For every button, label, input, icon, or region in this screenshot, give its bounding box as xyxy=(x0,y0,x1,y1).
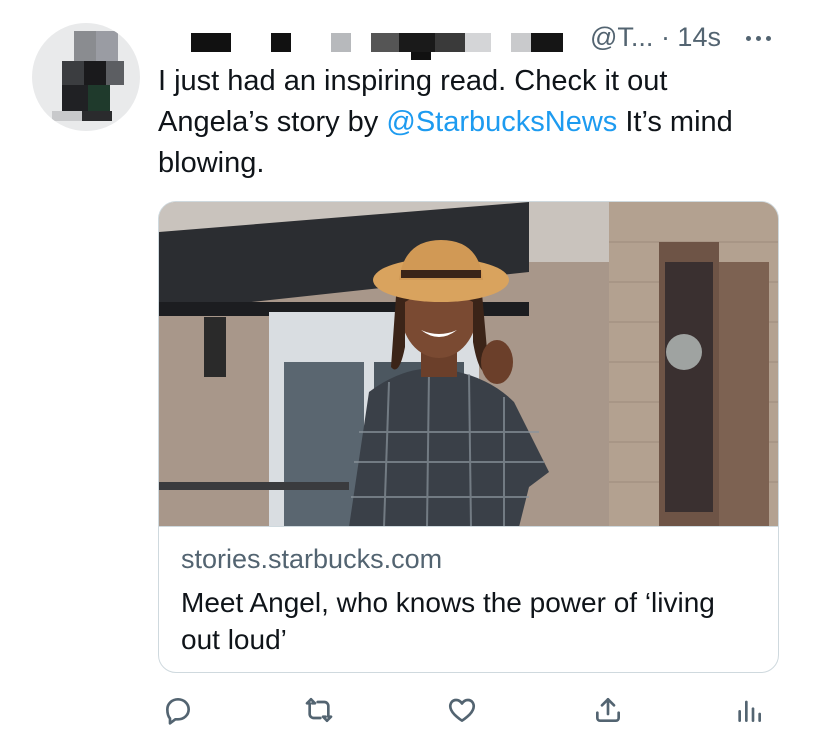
avatar-pixel xyxy=(74,31,96,61)
redacted-name-block xyxy=(271,33,291,52)
mention-link[interactable]: @StarbucksNews xyxy=(386,106,617,138)
avatar-pixel xyxy=(96,31,118,61)
tweet-timestamp[interactable]: · 14s xyxy=(661,22,721,52)
retweet-icon xyxy=(305,698,333,722)
avatar-pixel xyxy=(88,85,110,111)
more-dot xyxy=(756,35,761,41)
share-button[interactable] xyxy=(588,688,628,732)
redacted-name-block xyxy=(371,33,399,52)
avatar-pixel xyxy=(62,85,88,111)
card-photo-illustration xyxy=(159,202,778,526)
redacted-name-block xyxy=(331,33,351,52)
redacted-name-block xyxy=(411,52,431,60)
user-handle[interactable]: @T... xyxy=(590,22,653,52)
redacted-name-block xyxy=(191,33,231,52)
reply-button[interactable] xyxy=(158,688,198,732)
redacted-name-block xyxy=(465,33,491,52)
share-icon xyxy=(596,698,620,722)
avatar-pixel xyxy=(62,61,84,85)
avatar-pixel xyxy=(82,111,112,121)
analytics-icon xyxy=(738,700,761,722)
redacted-name-block xyxy=(511,33,531,52)
avatar-pixel xyxy=(106,61,124,85)
card-title: Meet Angel, who knows the power of ‘livi… xyxy=(181,587,715,655)
more-icon[interactable] xyxy=(746,28,782,48)
redacted-name-block xyxy=(531,33,563,52)
card-image[interactable] xyxy=(159,202,778,527)
redacted-name-block xyxy=(399,33,435,52)
card-domain: stories.starbucks.com xyxy=(181,544,443,574)
avatar-pixel xyxy=(52,111,82,121)
more-dot xyxy=(746,35,751,41)
analytics-button[interactable] xyxy=(729,688,769,732)
link-card[interactable]: stories.starbucks.com Meet Angel, who kn… xyxy=(158,201,779,673)
redacted-name-block xyxy=(435,33,465,52)
tweet-action-bar xyxy=(0,688,815,732)
like-icon xyxy=(448,698,476,722)
retweet-button[interactable] xyxy=(299,688,339,732)
more-dot xyxy=(766,35,771,41)
tweet-text: I just had an inspiring read. Check it o… xyxy=(158,61,778,184)
like-button[interactable] xyxy=(442,688,482,732)
reply-icon xyxy=(166,698,190,725)
avatar[interactable] xyxy=(32,23,140,131)
tweet-meta: @T... · 14s xyxy=(590,22,721,53)
avatar-pixel xyxy=(84,61,106,85)
